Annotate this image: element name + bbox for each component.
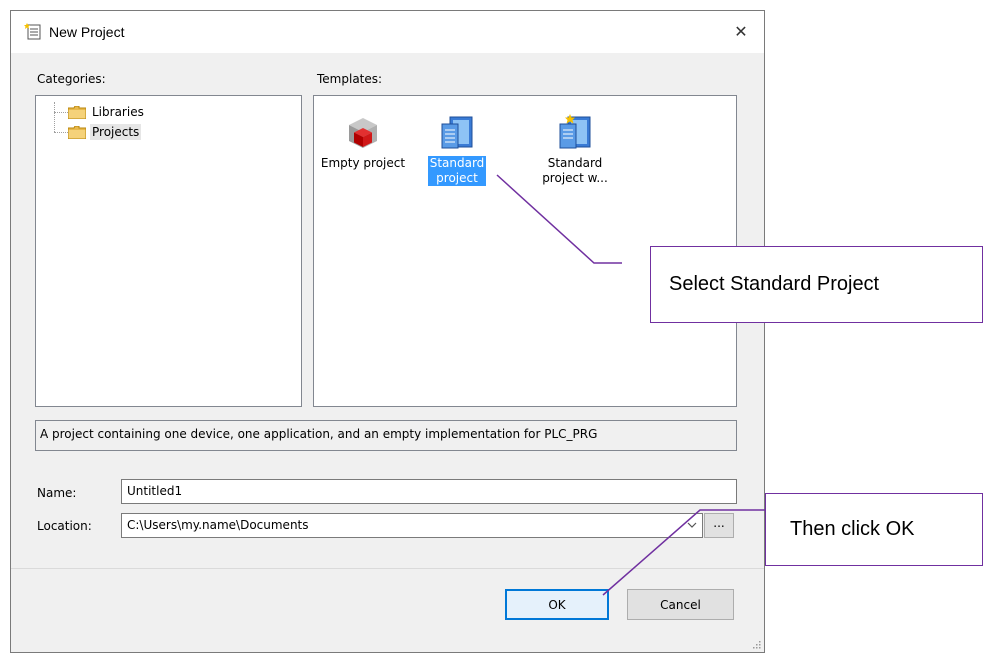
name-label: Name: bbox=[37, 486, 77, 500]
template-standard-project-wizard[interactable]: Standard project w... bbox=[530, 114, 620, 186]
close-button[interactable]: ✕ bbox=[718, 11, 764, 51]
templates-label: Templates: bbox=[317, 72, 383, 86]
new-project-icon bbox=[24, 22, 42, 40]
standard-project-wizard-icon bbox=[559, 114, 591, 149]
resize-grip-icon[interactable] bbox=[751, 639, 761, 649]
cancel-button[interactable]: Cancel bbox=[627, 589, 734, 620]
template-label: Standard project bbox=[427, 156, 487, 186]
callout-select-standard-project: Select Standard Project bbox=[650, 246, 983, 323]
ok-button[interactable]: OK bbox=[505, 589, 609, 620]
template-empty-project[interactable]: Empty project bbox=[318, 114, 408, 171]
chevron-down-icon[interactable] bbox=[686, 519, 698, 531]
name-input[interactable]: Untitled1 bbox=[121, 479, 737, 504]
categories-label: Categories: bbox=[37, 72, 106, 86]
browse-button[interactable]: ... bbox=[704, 513, 734, 538]
folder-icon bbox=[68, 125, 86, 139]
tree-item-label: Projects bbox=[90, 124, 142, 140]
close-icon: ✕ bbox=[734, 21, 748, 41]
dialog-title: New Project bbox=[49, 24, 125, 40]
callout-click-ok: Then click OK bbox=[765, 493, 983, 566]
location-label: Location: bbox=[37, 519, 92, 533]
new-project-dialog: New Project ✕ Categories: Templates: Lib… bbox=[10, 10, 765, 653]
template-description: A project containing one device, one app… bbox=[35, 420, 737, 451]
template-label: Empty project bbox=[320, 156, 406, 170]
location-value: C:\Users\my.name\Documents bbox=[127, 518, 309, 532]
title-bar: New Project ✕ bbox=[11, 11, 764, 53]
callout-text: Select Standard Project bbox=[669, 273, 880, 295]
tree-item-label: Libraries bbox=[92, 105, 144, 119]
location-combobox[interactable]: C:\Users\my.name\Documents bbox=[121, 513, 703, 538]
categories-tree[interactable]: Libraries Projects bbox=[35, 95, 302, 407]
callout-text: Then click OK bbox=[790, 518, 915, 540]
standard-project-icon bbox=[441, 116, 473, 149]
tree-item-projects[interactable]: Projects bbox=[68, 122, 142, 142]
empty-project-icon bbox=[349, 118, 377, 148]
folder-icon bbox=[68, 105, 86, 119]
separator bbox=[11, 568, 764, 569]
template-label: Standard project w... bbox=[542, 156, 608, 185]
tree-item-libraries[interactable]: Libraries bbox=[68, 102, 146, 122]
template-standard-project[interactable]: Standard project bbox=[412, 114, 502, 186]
